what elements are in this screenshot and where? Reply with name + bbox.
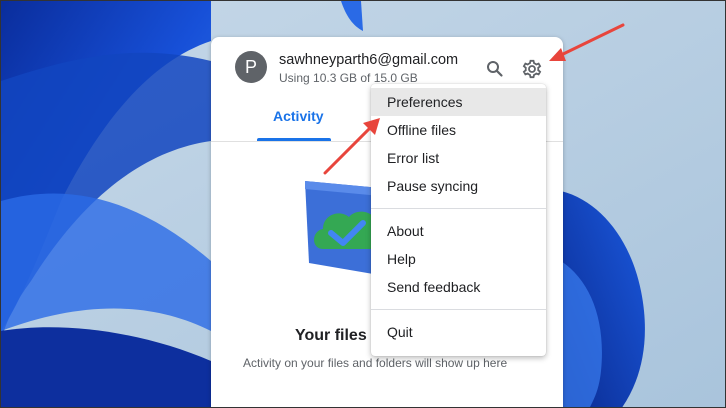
search-icon	[487, 61, 503, 77]
empty-state-description: Activity on your files and folders will …	[243, 356, 508, 370]
menu-item-send-feedback[interactable]: Send feedback	[371, 273, 546, 301]
menu-item-quit[interactable]: Quit	[371, 318, 546, 346]
menu-item-about[interactable]: About	[371, 217, 546, 245]
empty-state-title: Your files a	[295, 327, 381, 344]
menu-item-pause-syncing[interactable]: Pause syncing	[371, 172, 546, 200]
storage-usage: Using 10.3 GB of 15.0 GB	[279, 71, 418, 85]
menu-divider	[371, 208, 546, 209]
menu-item-error-list[interactable]: Error list	[371, 144, 546, 172]
settings-button[interactable]	[518, 55, 546, 83]
search-button[interactable]	[481, 55, 509, 83]
tab-activity[interactable]: Activity	[273, 108, 324, 124]
menu-item-help[interactable]: Help	[371, 245, 546, 273]
avatar[interactable]: P	[235, 51, 267, 83]
account-email: sawhneyparth6@gmail.com	[279, 52, 459, 68]
settings-dropdown-menu: Preferences Offline files Error list Pau…	[371, 84, 546, 356]
menu-item-preferences[interactable]: Preferences	[371, 88, 546, 116]
menu-item-offline-files[interactable]: Offline files	[371, 116, 546, 144]
screenshot-frame: P sawhneyparth6@gmail.com Using 10.3 GB …	[0, 0, 726, 408]
menu-divider	[371, 309, 546, 310]
gear-icon	[522, 59, 542, 79]
